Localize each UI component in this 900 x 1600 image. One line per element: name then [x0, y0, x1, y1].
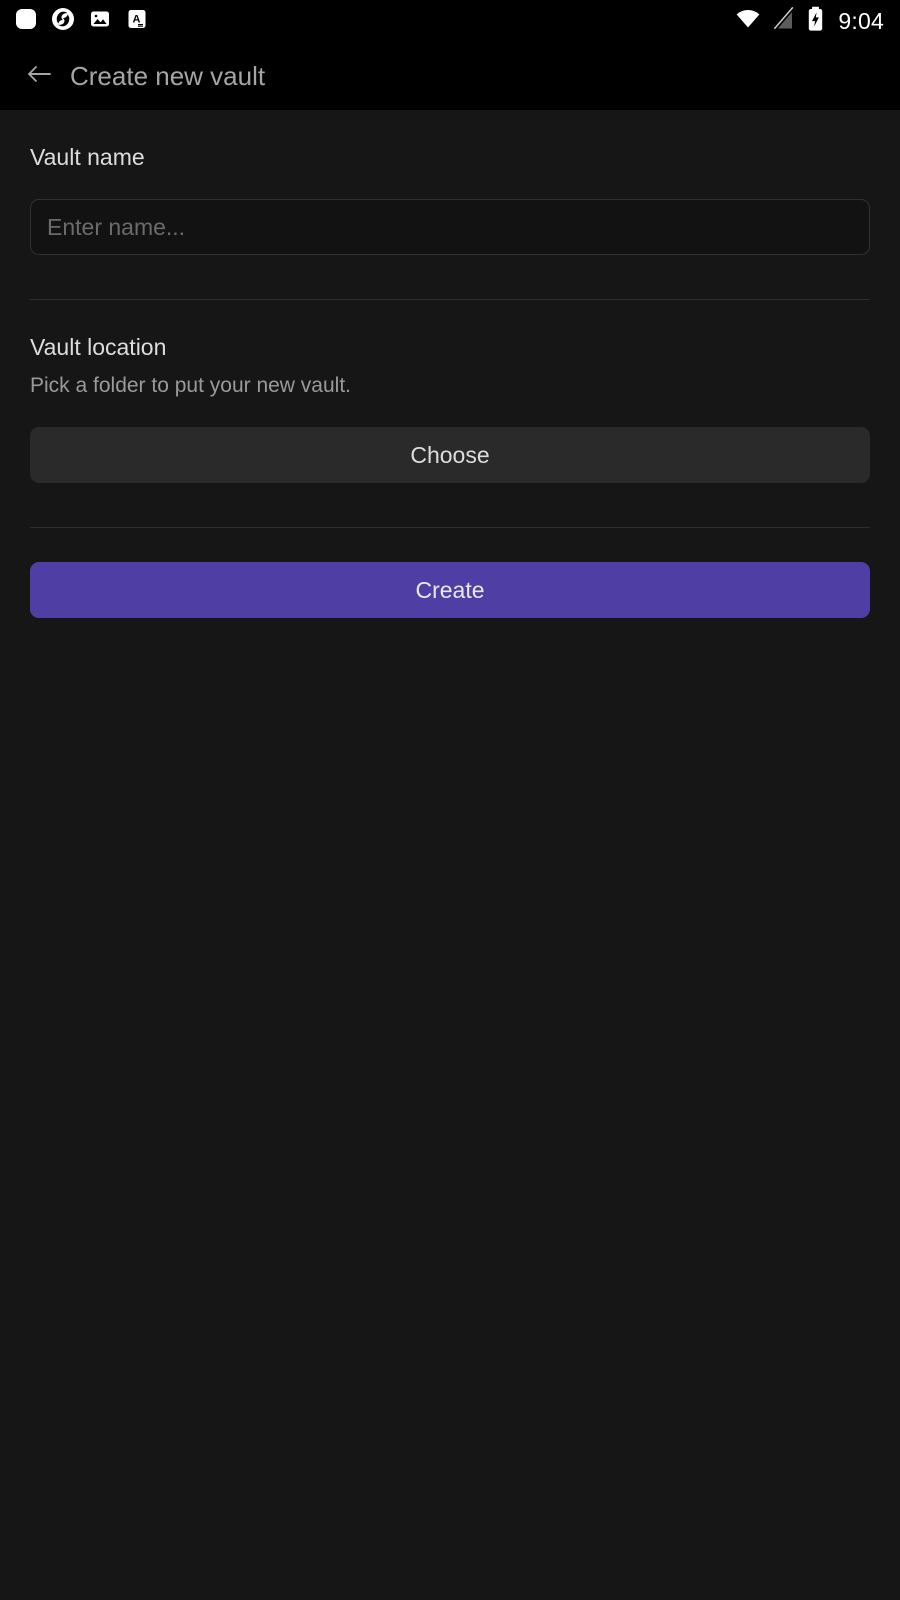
obsidian-icon — [51, 7, 75, 36]
page-title: Create new vault — [70, 61, 266, 91]
create-button[interactable]: Create — [30, 562, 870, 618]
rounded-square-icon — [14, 7, 38, 36]
no-cellular-signal-icon — [772, 6, 796, 37]
vault-location-label: Vault location — [30, 334, 167, 360]
vault-location-description: Pick a folder to put your new vault. — [30, 374, 351, 397]
back-button[interactable] — [18, 55, 60, 97]
svg-text:A: A — [133, 13, 141, 25]
app-root: A 9:04 Create new vault Vault name Enter… — [0, 0, 900, 1600]
status-bar-system-icons: 9:04 — [735, 6, 884, 37]
status-bar-clock: 9:04 — [838, 7, 884, 34]
image-icon — [88, 7, 112, 36]
battery-charging-icon — [807, 6, 824, 37]
divider-2 — [30, 527, 870, 528]
vault-location-section: Vault location Pick a folder to put your… — [30, 300, 870, 483]
wifi-icon — [735, 6, 761, 37]
font-a-icon: A — [125, 7, 149, 36]
status-bar: A 9:04 — [0, 0, 900, 42]
vault-name-section: Vault name — [30, 110, 870, 255]
choose-folder-button[interactable]: Choose — [30, 427, 870, 483]
arrow-left-icon — [24, 59, 54, 94]
content-area: Vault name Vault location Pick a folder … — [0, 110, 900, 1600]
status-bar-notification-icons: A — [14, 7, 149, 36]
create-section: Create — [30, 562, 870, 618]
vault-name-input[interactable] — [30, 199, 870, 255]
vault-name-label: Vault name — [30, 144, 145, 170]
toolbar: Create new vault — [0, 42, 900, 110]
